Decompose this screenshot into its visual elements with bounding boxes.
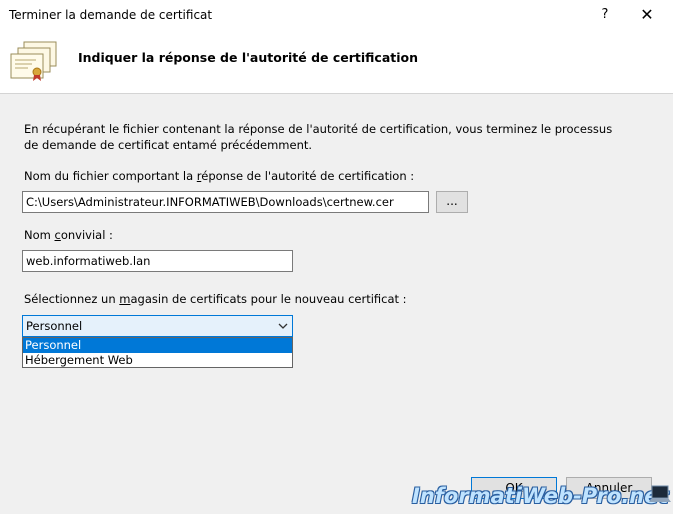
certificate-stack-icon [10,41,57,81]
certificate-store-label: Sélectionnez un magasin de certificats p… [24,292,407,306]
label-part: Nom du fichier comportant la [24,169,197,183]
page-title: Indiquer la réponse de l'autorité de cer… [78,50,419,65]
store-option-personnel[interactable]: Personnel [23,338,292,353]
label-part: onvivial : [60,228,113,242]
friendly-name-label: Nom convivial : [24,228,113,242]
laptop-icon [649,485,671,502]
label-part: éponse de l'autorité de certification : [201,169,415,183]
selected-store: Personnel [26,319,83,333]
label-part: Nom [24,228,55,242]
store-dropdown-list: Personnel Hébergement Web [22,337,293,368]
response-file-input[interactable]: C:\Users\Administrateur.INFORMATIWEB\Dow… [22,191,429,213]
title-bar: Terminer la demande de certificat ? ✕ [0,0,673,31]
help-button[interactable]: ? [596,5,614,25]
browse-button[interactable]: ... [436,191,468,213]
description-text: En récupérant le fichier contenant la ré… [24,122,613,152]
certificate-store-select[interactable]: Personnel [22,315,293,337]
response-file-label: Nom du fichier comportant la réponse de … [24,169,414,183]
window-title: Terminer la demande de certificat [9,8,213,22]
wizard-header: Indiquer la réponse de l'autorité de cer… [0,31,673,94]
watermark-text: InformatiWeb-Pro.net [412,484,669,508]
label-mnemonic: m [119,292,131,306]
friendly-name-input[interactable]: web.informatiweb.lan [22,250,293,272]
label-part: Sélectionnez un [24,292,120,306]
close-button[interactable]: ✕ [636,5,658,25]
store-option-hebergement-web[interactable]: Hébergement Web [23,353,292,368]
wizard-content: En récupérant le fichier contenant la ré… [0,94,673,514]
label-part: agasin de certificats pour le nouveau ce… [130,292,407,306]
chevron-down-icon[interactable] [277,319,289,333]
